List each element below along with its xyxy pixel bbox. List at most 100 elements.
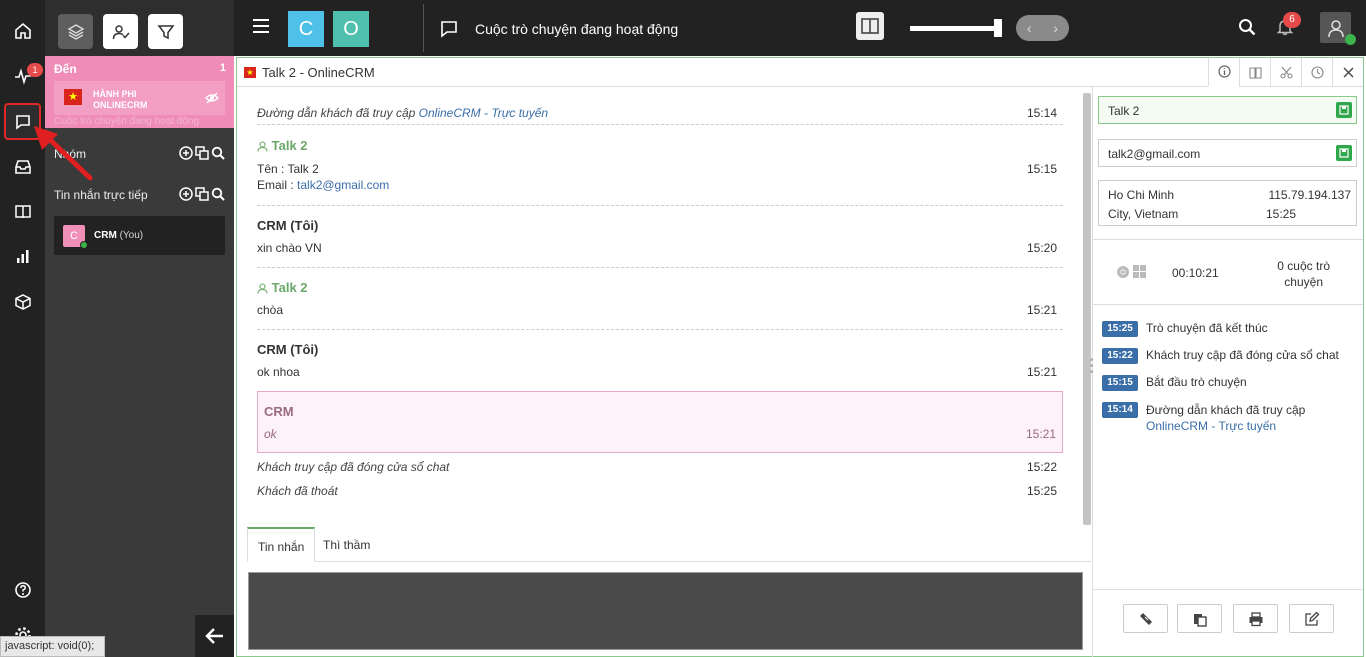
vietnam-flag-icon: ★ <box>244 67 256 78</box>
layers-icon[interactable] <box>58 14 93 49</box>
edit-button[interactable] <box>1289 604 1334 633</box>
chat-count: 0 cuộc trò chuyện <box>1277 259 1330 289</box>
save-icon[interactable] <box>1336 102 1352 118</box>
annotation-arrow <box>34 126 93 181</box>
operator-message: CRM (Tôi) xin chào VN 15:20 <box>257 206 1063 268</box>
chevron-right-icon[interactable]: › <box>1053 20 1058 36</box>
close-icon[interactable] <box>1332 58 1363 87</box>
divider <box>423 4 424 52</box>
incoming-count: 1 <box>219 62 226 74</box>
left-rail: 1 <box>0 0 45 657</box>
zoom-slider[interactable] <box>910 26 1000 31</box>
printer-icon <box>1249 611 1262 626</box>
info-name: Tên : Talk 2 <box>257 162 319 176</box>
chat-duration: 00:10:21 <box>1172 266 1219 280</box>
tab-whisper[interactable]: Thì thầm <box>313 527 380 562</box>
chrome-icon <box>1116 265 1130 282</box>
app-tile-c[interactable]: C <box>288 11 324 47</box>
visited-page-link[interactable]: OnlineCRM - Trực tuyến <box>1146 419 1276 433</box>
list-toolbar <box>45 0 234 56</box>
eye-off-icon[interactable] <box>205 92 219 107</box>
divider <box>1093 304 1363 305</box>
status-bar: javascript: void(0); <box>0 636 105 657</box>
help-icon[interactable] <box>4 571 41 608</box>
copy-icon[interactable] <box>195 187 209 204</box>
ip-address: 115.79.194.137 <box>1268 188 1351 202</box>
divider <box>1093 589 1363 590</box>
message-text: xin chào VN <box>257 241 322 255</box>
page-title: Cuộc trò chuyện đang hoạt động <box>475 21 679 37</box>
layout-toggle-icon[interactable] <box>856 12 884 40</box>
timeline-event: 15:14 Đường dẫn khách đã truy cập OnlineCR… <box>1102 402 1305 434</box>
user-icon <box>257 280 268 295</box>
groups-tools <box>179 146 225 163</box>
conversation-panel: ★ Talk 2 - OnlineCRM Đường dẫn khách đã … <box>236 57 1364 657</box>
composer-tabs: Tin nhắn Thì thầm <box>247 527 1091 562</box>
incoming-visitor-item[interactable]: ★ HÀNH PHI ONLINECRM <box>54 81 225 115</box>
info-email: Email : talk2@gmail.com <box>257 178 390 192</box>
vietnam-flag-icon: ★ <box>64 89 82 105</box>
user-icon <box>257 138 268 153</box>
copy-icon[interactable] <box>195 146 209 163</box>
chart-icon[interactable] <box>4 238 41 275</box>
visitor-info-message: Talk 2 Tên : Talk 2 15:15 Email : talk2@… <box>257 125 1063 206</box>
chevron-left-icon[interactable]: ‹ <box>1027 20 1032 36</box>
direct-message-item[interactable]: C CRM (You) <box>54 216 225 255</box>
copy-transcript-button[interactable] <box>1177 604 1222 633</box>
conversation-list-panel: Đến 1 ★ HÀNH PHI ONLINECRM Cuộc trò chuy… <box>45 0 234 657</box>
divider <box>1093 239 1363 240</box>
timeline-event: 15:25 Trò chuyện đã kết thúc <box>1102 321 1268 337</box>
add-group-icon[interactable] <box>179 146 193 163</box>
visitor-message: Talk 2 chòa 15:21 <box>257 268 1063 330</box>
message-text: chòa <box>257 303 284 317</box>
message-list: Đường dẫn khách đã truy cập OnlineCRM - … <box>257 98 1063 392</box>
scissors-icon[interactable] <box>1270 58 1301 87</box>
visitor-email-field[interactable]: talk2@gmail.com <box>1098 139 1357 167</box>
geo-info: Ho Chi Minh City, Vietnam 115.79.194.137… <box>1098 180 1357 226</box>
online-status-dot <box>1345 34 1356 45</box>
ticket-icon <box>1139 612 1152 625</box>
info-icon[interactable] <box>1208 58 1239 87</box>
zoom-slider-handle[interactable] <box>994 19 1002 37</box>
chat-scrollbar[interactable] <box>1083 93 1091 525</box>
arrow-left-icon <box>204 628 223 644</box>
save-icon[interactable] <box>1336 145 1352 161</box>
chat-icon <box>440 20 458 41</box>
visitor-name: Talk 2 <box>271 138 308 153</box>
filter-icon[interactable] <box>148 14 183 49</box>
top-bar: C O Cuộc trò chuyện đang hoạt động ‹ › 6 <box>234 0 1366 56</box>
windows-icon <box>1133 265 1146 281</box>
visited-page-link[interactable]: OnlineCRM - Trực tuyến <box>419 106 548 120</box>
home-icon[interactable] <box>4 12 41 49</box>
book-icon[interactable] <box>1239 58 1270 87</box>
visitor-name-field[interactable]: Talk 2 <box>1098 96 1357 124</box>
clock-icon[interactable] <box>1301 58 1332 87</box>
activity-badge: 1 <box>27 63 43 77</box>
operator-message: CRM (Tôi) ok nhoa 15:21 <box>257 342 1057 379</box>
cube-icon[interactable] <box>4 283 41 320</box>
search-icon[interactable] <box>211 146 225 163</box>
visitor-details-panel: Talk 2 talk2@gmail.com Ho Chi Minh City,… <box>1093 87 1363 657</box>
print-button[interactable] <box>1233 604 1278 633</box>
history-nav[interactable]: ‹ › <box>1016 15 1069 41</box>
search-icon[interactable] <box>1238 18 1256 39</box>
add-direct-icon[interactable] <box>179 187 193 204</box>
collapse-button[interactable] <box>195 615 234 657</box>
message-input[interactable] <box>248 572 1083 650</box>
menu-icon[interactable] <box>252 18 270 37</box>
operator-name: CRM (Tôi) <box>257 342 319 357</box>
panel-header: ★ Talk 2 - OnlineCRM <box>237 58 1363 87</box>
timeline-event: 15:22 Khách truy cập đã đóng cửa sổ chat <box>1102 348 1339 364</box>
direct-item-name: CRM (You) <box>94 230 144 241</box>
search-icon[interactable] <box>211 187 225 204</box>
tab-messages[interactable]: Tin nhắn <box>247 527 316 562</box>
whisper-message: CRM ok 15:21 <box>257 391 1063 453</box>
operator-name: CRM (Tôi) <box>257 218 319 233</box>
system-message: Đường dẫn khách đã truy cập OnlineCRM - … <box>257 98 1063 125</box>
direct-messages-label: Tin nhắn trực tiếp <box>54 188 148 202</box>
email-link[interactable]: talk2@gmail.com <box>297 178 389 192</box>
ticket-button[interactable] <box>1123 604 1168 633</box>
book-icon[interactable] <box>4 193 41 230</box>
app-tile-o[interactable]: O <box>333 11 369 47</box>
user-check-icon[interactable] <box>103 14 138 49</box>
